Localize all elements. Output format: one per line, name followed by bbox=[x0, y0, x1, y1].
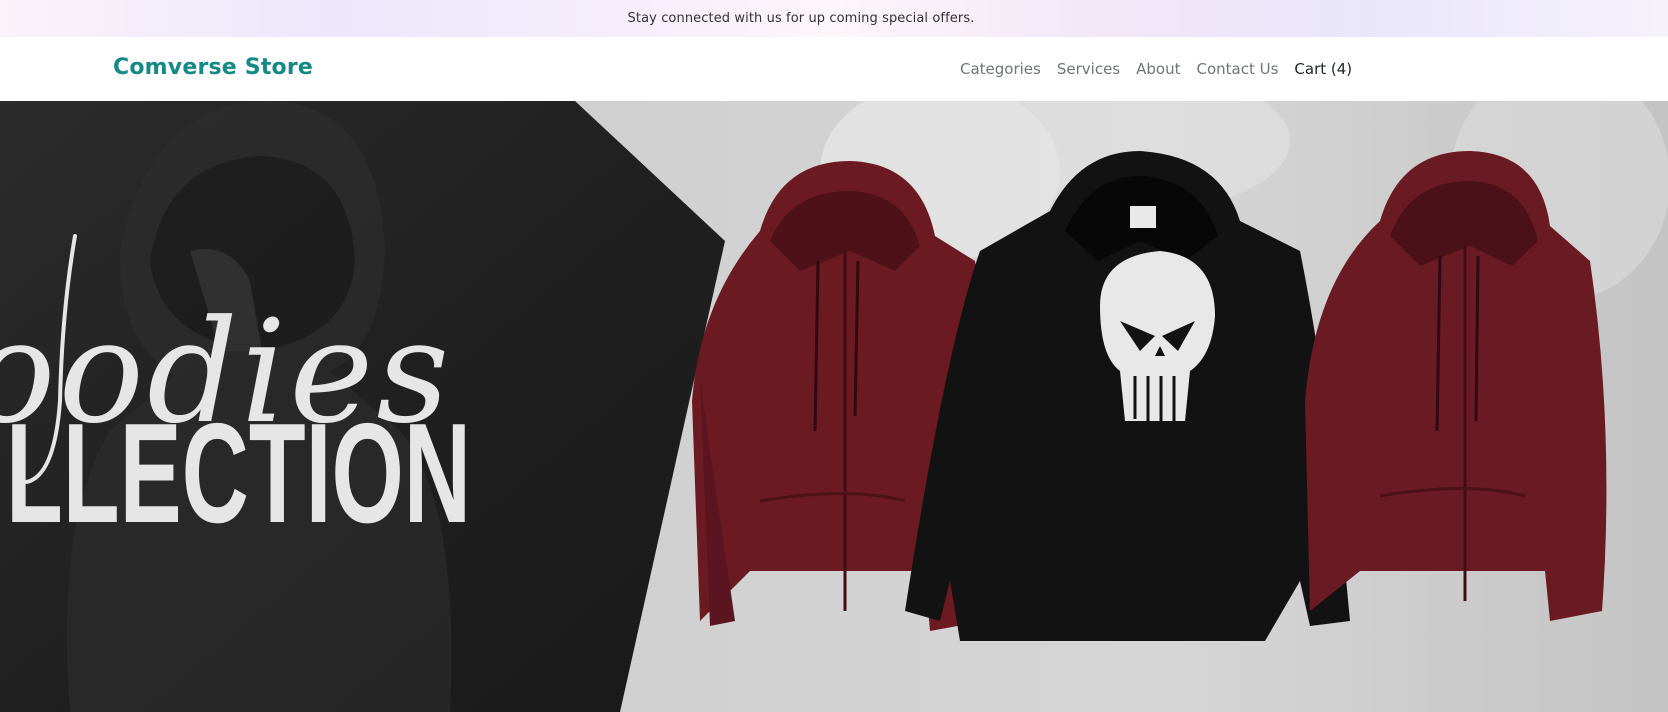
nav-about-link[interactable]: About bbox=[1136, 60, 1180, 78]
hero-bold-text: LLECTION bbox=[6, 394, 471, 553]
main-nav: Categories Services About Contact Us Car… bbox=[960, 60, 1352, 78]
brand-logo[interactable]: Comverse Store bbox=[113, 55, 313, 80]
navbar: Comverse Store Categories Services About… bbox=[0, 37, 1668, 101]
nav-cart-link[interactable]: Cart (4) bbox=[1294, 60, 1352, 78]
nav-services-link[interactable]: Services bbox=[1057, 60, 1120, 78]
announcement-bar: Stay connected with us for up coming spe… bbox=[0, 0, 1668, 37]
nav-categories-link[interactable]: Categories bbox=[960, 60, 1041, 78]
announcement-text: Stay connected with us for up coming spe… bbox=[627, 11, 975, 26]
hero-banner-image: oodies LLECTION bbox=[0, 101, 1668, 712]
hero-banner: oodies LLECTION bbox=[0, 101, 1668, 712]
nav-contact-link[interactable]: Contact Us bbox=[1196, 60, 1278, 78]
